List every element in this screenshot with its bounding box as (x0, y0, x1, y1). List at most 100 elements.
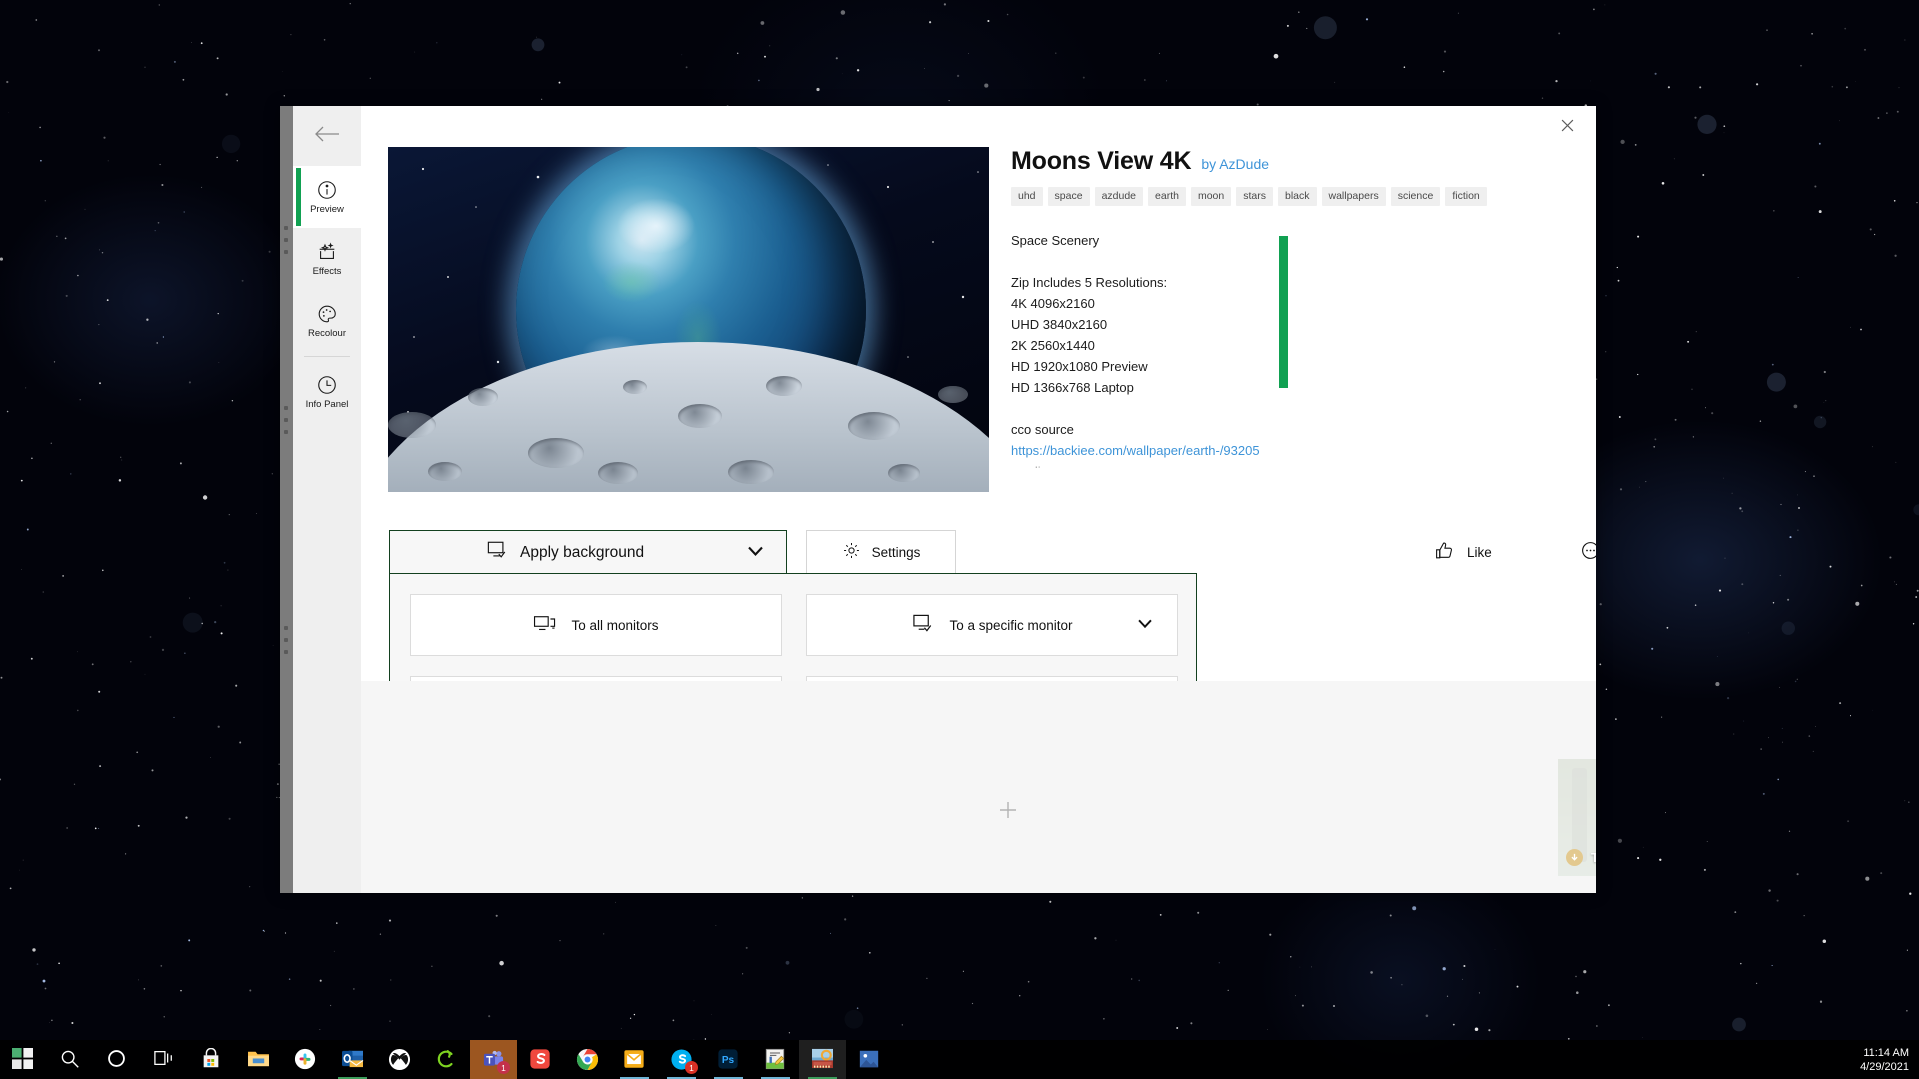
sidebar-item-recolour[interactable]: Recolour (293, 290, 361, 352)
chevron-down-icon (747, 544, 764, 562)
palette-icon (316, 303, 338, 325)
skype-button[interactable]: 1 (658, 1040, 705, 1079)
zip-heading: Zip Includes 5 Resolutions: (1011, 272, 1571, 293)
author-link[interactable]: by AzDude (1201, 156, 1269, 172)
badge-count: 1 (685, 1061, 698, 1074)
tag-chip[interactable]: moon (1191, 187, 1231, 206)
photoshop-button[interactable]: Ps (705, 1040, 752, 1079)
visit-website-button[interactable]: Visit Website (1580, 530, 1596, 574)
sidebar-item-preview[interactable]: Preview (293, 166, 361, 228)
slack-icon (294, 1048, 318, 1072)
taskbar-clock[interactable]: 11:14 AM 4/29/2021 (1860, 1040, 1909, 1079)
tag-chip[interactable]: fiction (1445, 187, 1486, 206)
sidebar-item-label: Effects (313, 266, 342, 277)
cortana-circle-icon (106, 1048, 130, 1072)
resolution-line: UHD 3840x2160 (1011, 314, 1571, 335)
badge-count: 1 (497, 1061, 510, 1074)
library-card-tropical-waterfall[interactable]: Tropical Waterfall (1558, 759, 1596, 876)
tag-chip[interactable]: stars (1236, 187, 1273, 206)
tag-list: uhd space azdude earth moon stars black … (1011, 187, 1571, 206)
chevron-down-icon (1137, 617, 1153, 632)
description-text: Space Scenery Zip Includes 5 Resolutions… (1011, 230, 1571, 468)
apply-background-tab[interactable]: Apply background (389, 530, 787, 574)
green-c-icon (435, 1048, 459, 1072)
editor-button[interactable] (752, 1040, 799, 1079)
like-button[interactable]: Like (1434, 530, 1492, 574)
photoshop-icon: Ps (717, 1048, 741, 1072)
sidebar-item-effects[interactable]: Effects (293, 228, 361, 290)
monitor-check-icon (486, 540, 508, 565)
snagit-icon (529, 1048, 553, 1072)
sidebar-item-label: Recolour (308, 328, 346, 339)
wallpaper-app-button[interactable] (799, 1040, 846, 1079)
tag-chip[interactable]: space (1048, 187, 1090, 206)
outlook-button[interactable] (329, 1040, 376, 1079)
to-specific-monitor-button[interactable]: To a specific monitor (806, 594, 1178, 656)
mail-button[interactable] (611, 1040, 658, 1079)
windows-taskbar: 1 (0, 1040, 1919, 1079)
cortana-button[interactable] (94, 1040, 141, 1079)
info-circle-icon (316, 179, 338, 201)
sidebar-item-info-panel[interactable]: Info Panel (293, 361, 361, 423)
xbox-button[interactable] (376, 1040, 423, 1079)
tag-chip[interactable]: black (1278, 187, 1317, 206)
settings-tab[interactable]: Settings (806, 530, 956, 574)
card-title-row: Tropical Waterfall (1566, 849, 1596, 866)
close-button[interactable] (1552, 114, 1582, 140)
action-toolbar: Apply background Settings (389, 530, 1549, 574)
chrome-icon (576, 1048, 600, 1072)
wallpaper-preview-image[interactable] (388, 147, 989, 492)
license-label: cco license (1011, 461, 1571, 468)
page-title: Moons View 4K (1011, 147, 1191, 176)
resolution-line: HD 1366x768 Laptop (1011, 377, 1571, 398)
outlook-icon (341, 1048, 365, 1072)
download-circle-icon[interactable] (1566, 849, 1583, 866)
search-button[interactable] (47, 1040, 94, 1079)
microsoft-teams-button[interactable]: 1 (470, 1040, 517, 1079)
close-icon (1561, 119, 1574, 135)
tag-chip[interactable]: uhd (1011, 187, 1043, 206)
google-chrome-button[interactable] (564, 1040, 611, 1079)
like-label: Like (1467, 545, 1492, 560)
back-button[interactable] (293, 106, 361, 166)
wallpaper-app-icon (811, 1048, 835, 1072)
tag-chip[interactable]: science (1391, 187, 1441, 206)
slack-button[interactable] (282, 1040, 329, 1079)
gear-icon (842, 541, 861, 563)
add-wallpaper-button[interactable] (997, 799, 1019, 825)
folder-icon (247, 1048, 271, 1072)
source-url-link[interactable]: https://backiee.com/wallpaper/earth-/932… (1011, 440, 1571, 461)
to-all-monitors-button[interactable]: To all monitors (410, 594, 782, 656)
source-label: cco source (1011, 419, 1571, 440)
clock-time: 11:14 AM (1863, 1046, 1909, 1060)
codecademy-button[interactable] (423, 1040, 470, 1079)
sparkle-box-icon (316, 241, 338, 263)
clock-date: 4/29/2021 (1860, 1060, 1909, 1074)
start-button[interactable] (0, 1040, 47, 1079)
description-scrollbar[interactable] (1279, 236, 1288, 388)
description-heading: Space Scenery (1011, 230, 1571, 251)
mail-icon (623, 1048, 647, 1072)
clock-icon (316, 374, 338, 396)
resolution-line: 4K 4096x2160 (1011, 293, 1571, 314)
option-label: To a specific monitor (949, 618, 1072, 633)
tag-chip[interactable]: earth (1148, 187, 1186, 206)
task-view-button[interactable] (141, 1040, 188, 1079)
arrow-left-icon (314, 125, 340, 148)
resolution-line: 2K 2560x1440 (1011, 335, 1571, 356)
title-row: Moons View 4K by AzDude (1011, 147, 1571, 176)
file-explorer-button[interactable] (235, 1040, 282, 1079)
wallpaper-library-strip: Tropical Waterfall (361, 681, 1596, 893)
settings-label: Settings (872, 545, 921, 560)
window-drag-handle[interactable] (280, 106, 293, 893)
photos-button[interactable] (846, 1040, 893, 1079)
editor-icon (764, 1048, 788, 1072)
card-title: Tropical Waterfall (1591, 850, 1596, 865)
svg-text:Ps: Ps (721, 1055, 734, 1066)
microsoft-store-button[interactable] (188, 1040, 235, 1079)
snagit-button[interactable] (517, 1040, 564, 1079)
tag-chip[interactable]: azdude (1095, 187, 1143, 206)
option-label: To all monitors (571, 618, 658, 633)
tag-chip[interactable]: wallpapers (1322, 187, 1386, 206)
monitor-check-icon (911, 613, 935, 637)
